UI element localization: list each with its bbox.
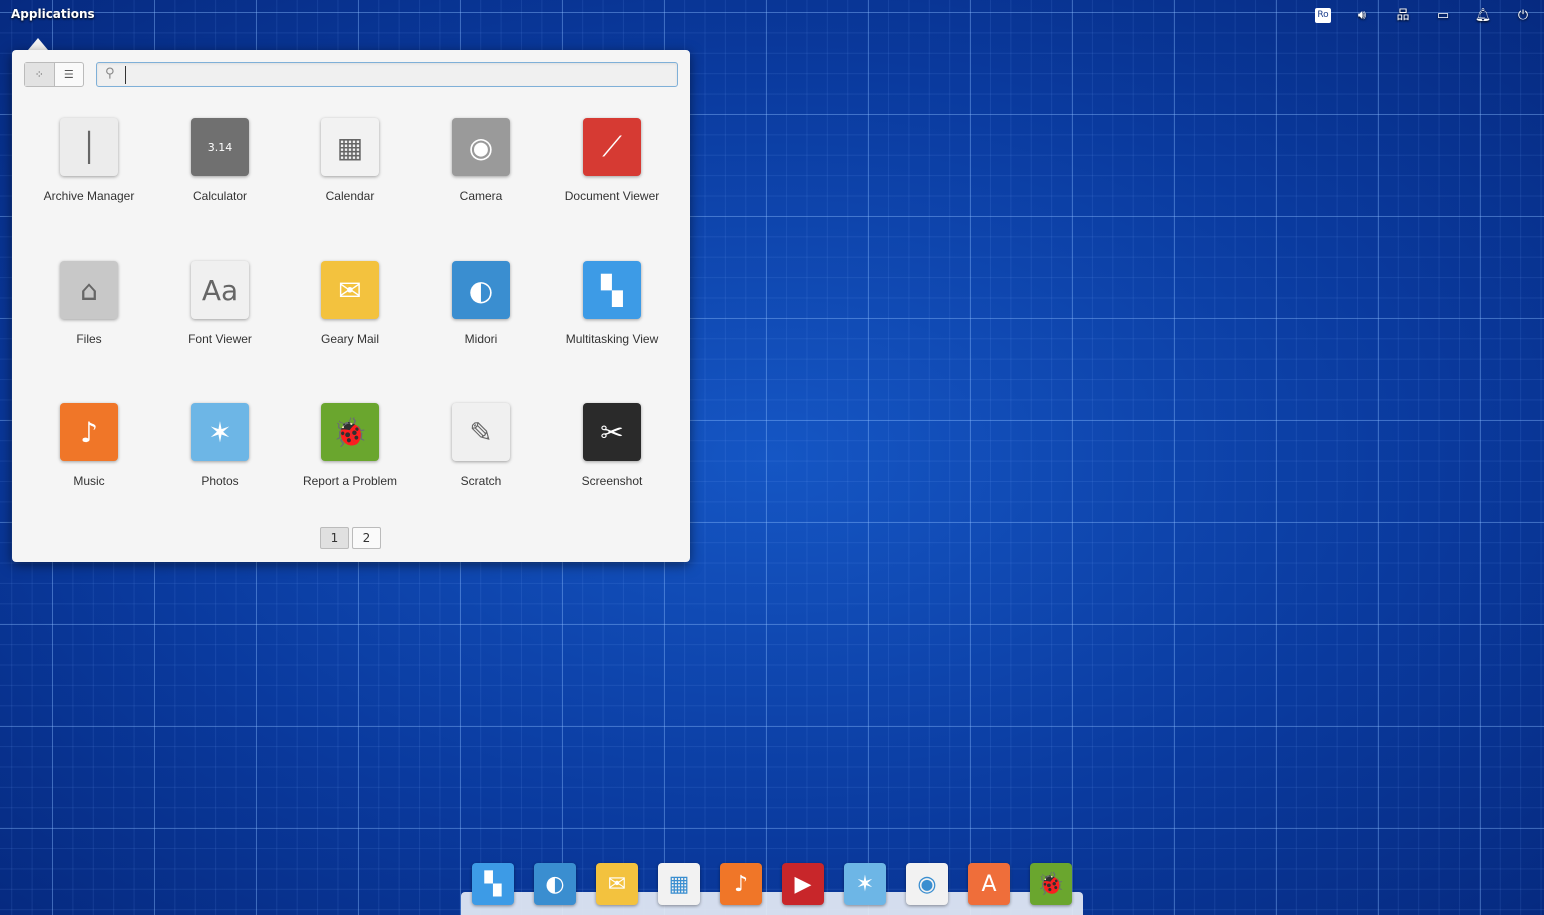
search-field[interactable]: ⚲ bbox=[96, 62, 678, 87]
document-viewer-icon: ⟋ bbox=[583, 118, 641, 176]
app-report-a-problem[interactable]: 🐞 Report a Problem bbox=[285, 403, 415, 488]
app-label: Calendar bbox=[325, 189, 375, 203]
dock-item-photos[interactable]: ✶ bbox=[844, 863, 886, 905]
app-store-icon: A bbox=[981, 871, 997, 897]
screenshot-icon: ✂ bbox=[583, 403, 641, 461]
photos-icon: ✶ bbox=[855, 871, 875, 897]
app-screenshot[interactable]: ✂ Screenshot bbox=[547, 403, 677, 488]
app-music[interactable]: ♪ Music bbox=[24, 403, 154, 488]
calendar-icon: ▦ bbox=[668, 871, 690, 897]
mail-icon: ✉ bbox=[321, 261, 379, 319]
app-label: Photos bbox=[201, 474, 239, 488]
volume-icon[interactable]: 🔊︎ bbox=[1353, 7, 1371, 25]
notifications-icon[interactable]: 🔔︎ bbox=[1474, 7, 1492, 25]
app-calendar[interactable]: ▦ Calendar bbox=[285, 118, 415, 203]
page-2-button[interactable]: 2 bbox=[352, 527, 381, 549]
archive-icon: │ bbox=[60, 118, 118, 176]
app-label: Calculator bbox=[192, 189, 248, 203]
network-icon[interactable]: 品 bbox=[1394, 7, 1412, 25]
app-label: Document Viewer bbox=[564, 189, 660, 203]
text-editor-icon: ✎ bbox=[452, 403, 510, 461]
app-files[interactable]: ⌂ Files bbox=[24, 261, 154, 346]
dock-item-music[interactable]: ♪ bbox=[720, 863, 762, 905]
dock-item-midori[interactable]: ◐ bbox=[534, 863, 576, 905]
app-label: Music bbox=[73, 474, 105, 488]
font-viewer-icon: Aa bbox=[191, 261, 249, 319]
app-calculator[interactable]: 3.14 Calculator bbox=[155, 118, 285, 203]
bug-icon: 🐞 bbox=[321, 403, 379, 461]
browser-icon: ◐ bbox=[452, 261, 510, 319]
app-label: Scratch bbox=[460, 474, 502, 488]
photos-icon: ✶ bbox=[191, 403, 249, 461]
app-document-viewer[interactable]: ⟋ Document Viewer bbox=[547, 118, 677, 203]
popover-arrow bbox=[28, 38, 48, 50]
app-label: Font Viewer bbox=[188, 332, 252, 346]
applications-menu-button[interactable]: Applications bbox=[11, 7, 95, 21]
mail-icon: ✉ bbox=[607, 871, 627, 897]
page-switcher: 1 2 bbox=[320, 527, 381, 549]
power-icon[interactable]: ⏻ bbox=[1514, 7, 1532, 25]
dock-item-report-a-problem[interactable]: 🐞 bbox=[1030, 863, 1072, 905]
view-mode-switcher: ⁘ ☰ bbox=[24, 62, 84, 87]
calculator-icon: 3.14 bbox=[191, 118, 249, 176]
search-input[interactable] bbox=[125, 66, 665, 84]
app-label: Screenshot bbox=[581, 474, 643, 488]
app-label: Multitasking View bbox=[565, 332, 659, 346]
keyboard-layout-indicator[interactable]: Ro bbox=[1315, 8, 1331, 23]
bug-icon: 🐞 bbox=[1037, 871, 1065, 897]
app-camera[interactable]: ◉ Camera bbox=[416, 118, 546, 203]
dock-item-geary-mail[interactable]: ✉ bbox=[596, 863, 638, 905]
battery-icon[interactable]: ▭ bbox=[1434, 7, 1452, 25]
dock-item-multitasking-view[interactable]: ▚ bbox=[472, 863, 514, 905]
dock-item-calendar[interactable]: ▦ bbox=[658, 863, 700, 905]
dock-item-videos[interactable]: ▶ bbox=[782, 863, 824, 905]
video-icon: ▶ bbox=[794, 871, 812, 897]
browser-icon: ◐ bbox=[545, 871, 565, 897]
app-label: Camera bbox=[459, 189, 503, 203]
app-archive-manager[interactable]: │ Archive Manager bbox=[24, 118, 154, 203]
app-multitasking-view[interactable]: ▚ Multitasking View bbox=[547, 261, 677, 346]
search-icon: ⚲ bbox=[105, 66, 115, 81]
app-photos[interactable]: ✶ Photos bbox=[155, 403, 285, 488]
applications-launcher: ⁘ ☰ ⚲ │ Archive Manager 3.14 Calculator ▦ Cal… bbox=[12, 50, 690, 562]
app-midori[interactable]: ◐ Midori bbox=[416, 261, 546, 346]
multitasking-icon: ▚ bbox=[484, 871, 502, 897]
music-icon: ♪ bbox=[733, 871, 749, 897]
top-panel: Applications Ro 🔊︎ 品 ▭ 🔔︎ ⏻ bbox=[0, 0, 1544, 30]
dock-item-system-settings[interactable]: ◉ bbox=[906, 863, 948, 905]
music-icon: ♪ bbox=[60, 403, 118, 461]
multitasking-icon: ▚ bbox=[583, 261, 641, 319]
folder-icon: ⌂ bbox=[60, 261, 118, 319]
grid-view-button[interactable]: ⁘ bbox=[25, 63, 55, 86]
app-label: Files bbox=[76, 332, 102, 346]
settings-toggle-icon: ◉ bbox=[917, 871, 937, 897]
app-label: Report a Problem bbox=[302, 474, 398, 488]
page-1-button[interactable]: 1 bbox=[320, 527, 349, 549]
app-label: Midori bbox=[464, 332, 498, 346]
calendar-icon: ▦ bbox=[321, 118, 379, 176]
app-label: Geary Mail bbox=[320, 332, 379, 346]
app-label: Archive Manager bbox=[43, 189, 135, 203]
app-font-viewer[interactable]: Aa Font Viewer bbox=[155, 261, 285, 346]
camera-icon: ◉ bbox=[452, 118, 510, 176]
dock-item-app-center[interactable]: A bbox=[968, 863, 1010, 905]
app-geary-mail[interactable]: ✉ Geary Mail bbox=[285, 261, 415, 346]
app-scratch[interactable]: ✎ Scratch bbox=[416, 403, 546, 488]
category-view-button[interactable]: ☰ bbox=[55, 63, 84, 86]
